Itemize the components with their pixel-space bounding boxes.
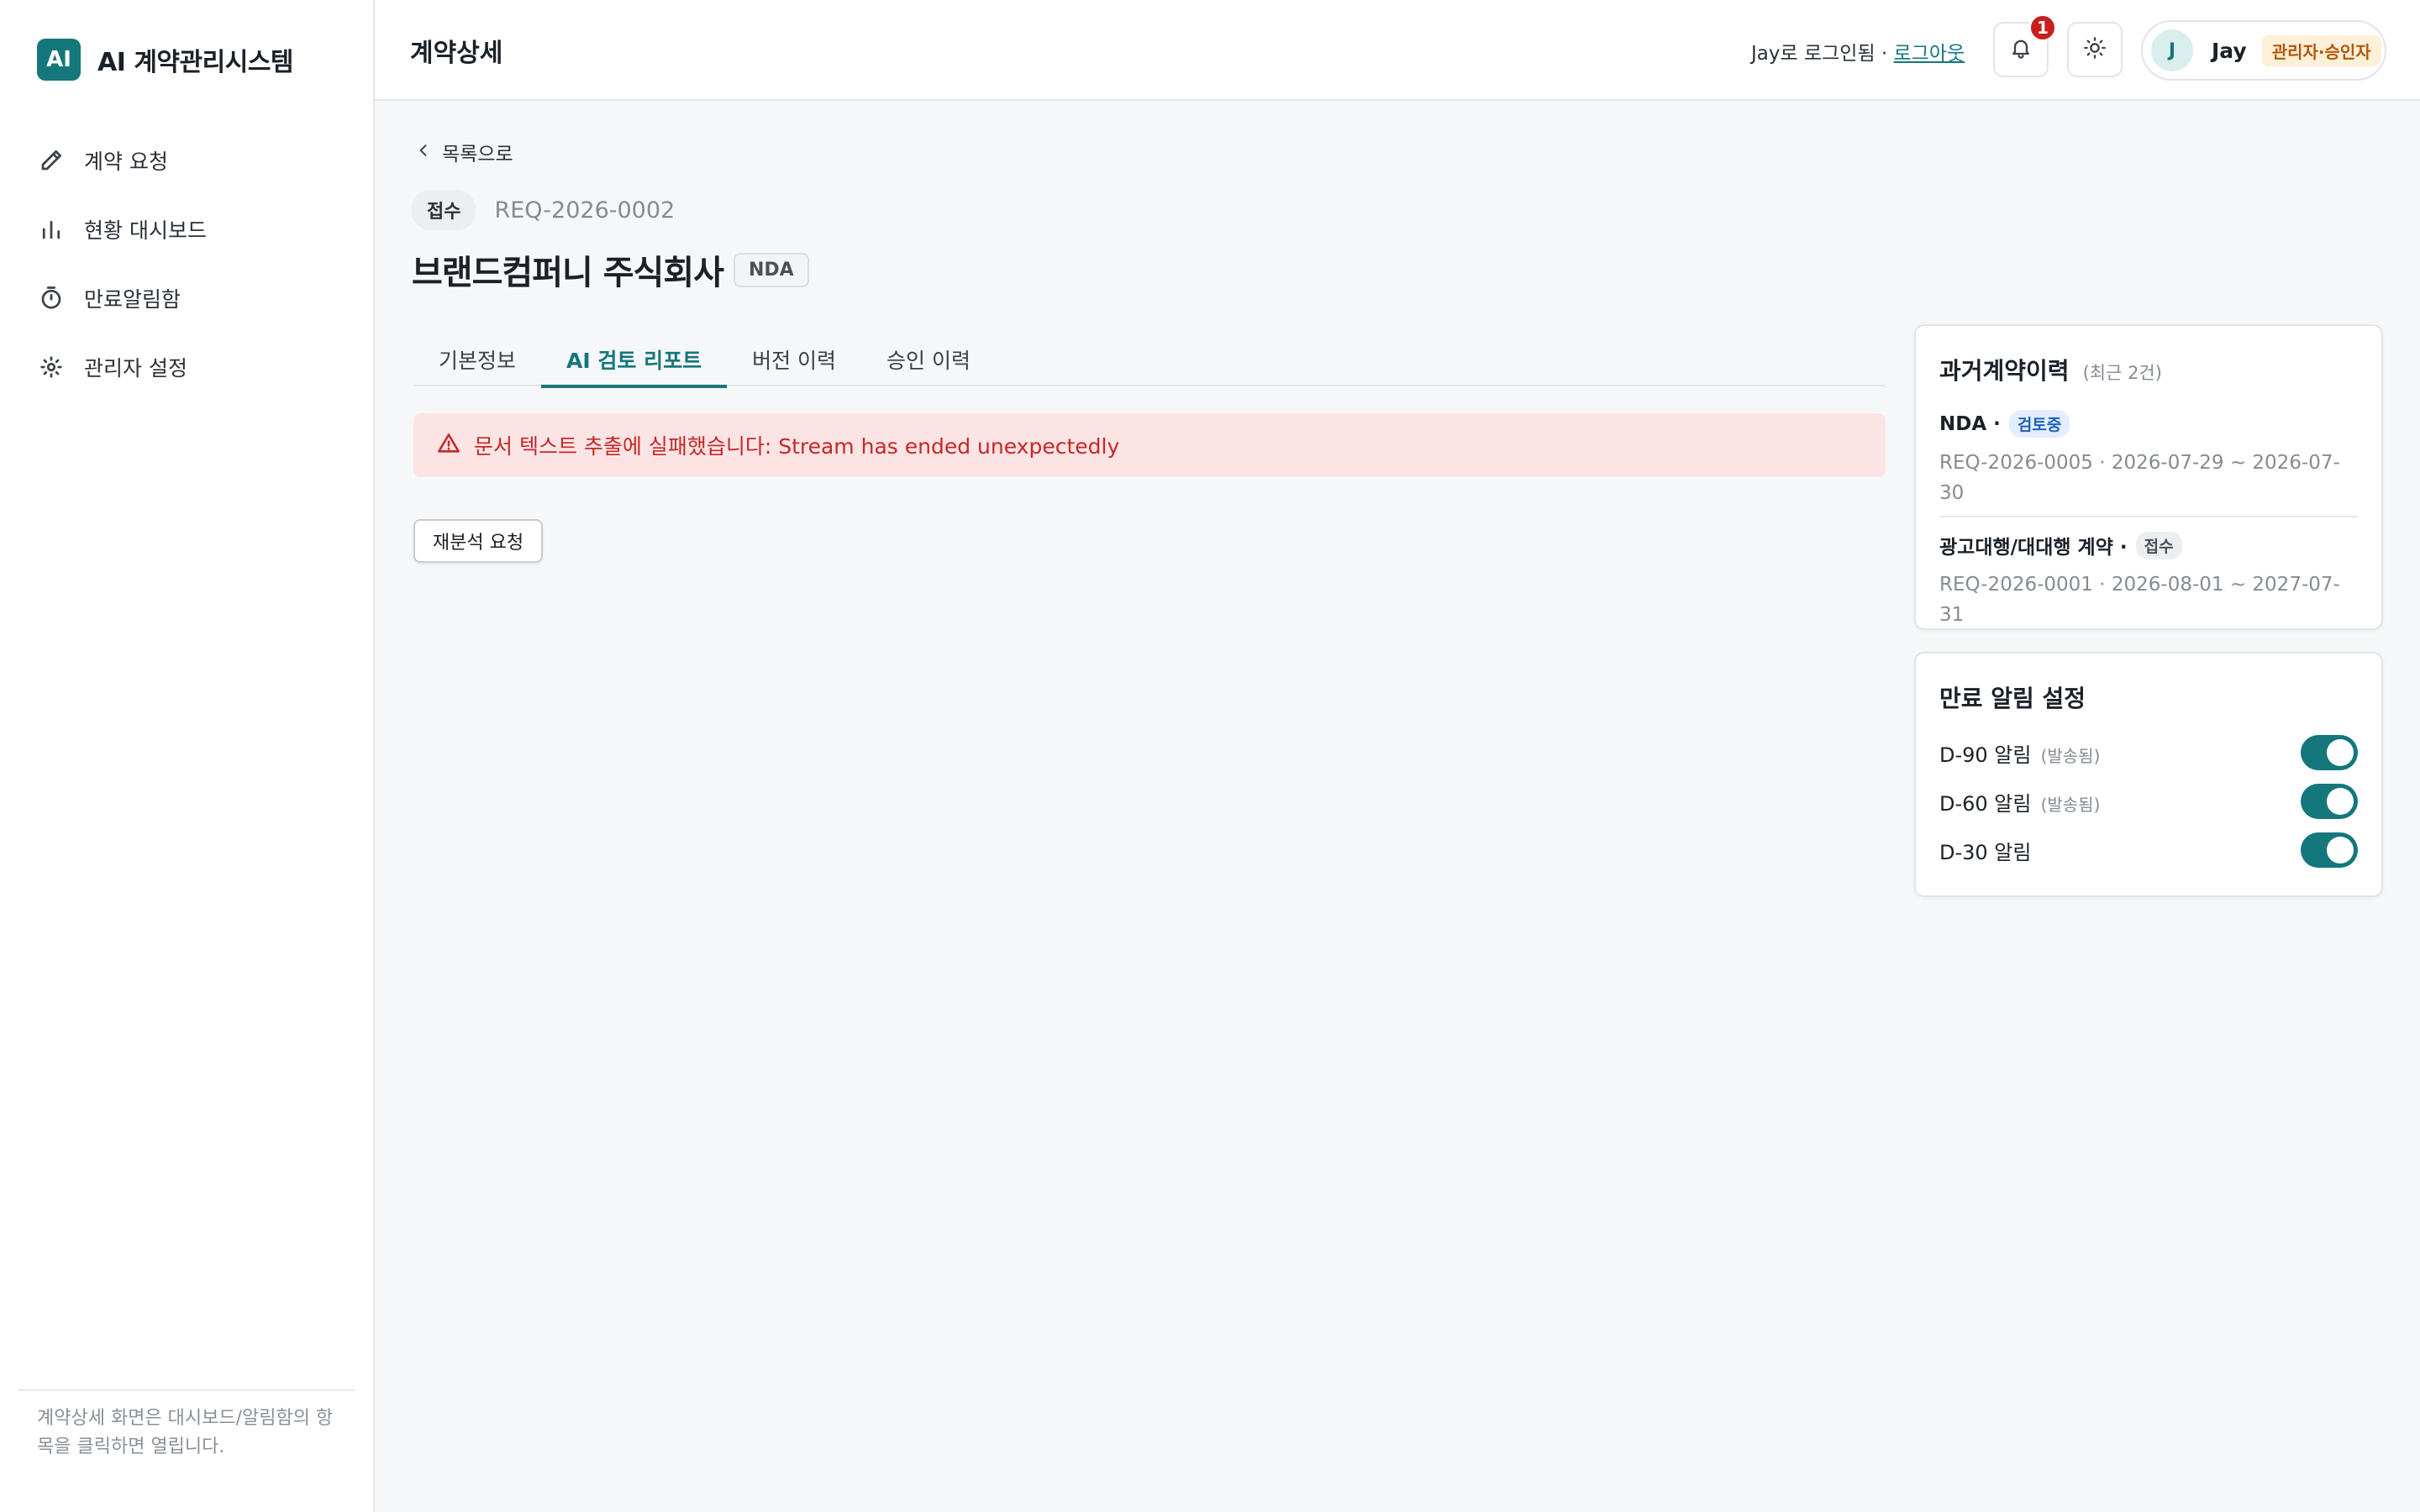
notifications-button[interactable]: 1 [1993,13,2057,77]
user-name: Jay [2212,38,2247,63]
contract-type-badge: NDA [733,252,809,287]
alert-label-wrap: D-90 알림 (발송됨) [1939,738,2100,768]
list-item-detail: REQ-2026-0001 · 2026-08-01 ~ 2027-07-31 [1939,574,2340,626]
pencil-icon [37,146,66,175]
sidebar-item-label: 현황 대시보드 [84,218,207,243]
page-title: 계약상세 [410,39,503,68]
back-to-list-link[interactable]: 목록으로 [415,138,513,166]
back-label: 목록으로 [442,144,513,165]
brand-title: AI 계약관리시스템 [97,48,294,77]
contract-title-row: 브랜드컴퍼니 주식회사 NDA [412,245,809,294]
alert-row-d90: D-90 알림 (발송됨) [1939,734,2358,771]
card-title: 만료 알림 설정 [1939,685,2086,712]
detail-tabs: 기본정보 AI 검토 리포트 버전 이력 승인 이력 [413,333,1886,388]
tab-approval-history[interactable]: 승인 이력 [861,333,996,386]
status-badge: 접수 [412,190,476,230]
card-header: 과거계약이력 (최근 2건) [1939,353,2162,386]
alert-sent-note: (발송됨) [2040,745,2101,766]
brand-logo: AI [37,39,81,81]
request-id: REQ-2026-0002 [494,197,676,223]
alert-sent-note: (발송됨) [2040,794,2101,815]
sidebar-item-expiry-inbox[interactable]: 만료알림함 [37,264,207,333]
sidebar-nav: 계약 요청 현황 대시보드 만료알림함 관리자 설정 [37,126,207,402]
alert-label: D-30 알림 [1939,840,2032,864]
header: 계약상세 Jay로 로그인됨 · 로그아웃 1 J Jay 관리자·승인자 [375,0,2420,101]
timer-icon [37,284,66,312]
sidebar-divider [18,1389,355,1391]
contract-title: 브랜드컴퍼니 주식회사 [412,254,724,292]
theme-toggle-button[interactable] [2067,22,2123,77]
divider [1939,516,2358,517]
card-subtitle: (최근 2건) [2082,363,2162,383]
alert-label-wrap: D-60 알림 (발송됨) [1939,787,2100,816]
list-item[interactable]: 광고대행/대대행 계약 · 접수 REQ-2026-0001 · 2026-08… [1939,531,2358,630]
status-badge: 검토중 [2008,410,2070,438]
tab-version-history[interactable]: 버전 이력 [727,333,861,386]
gear-icon [37,353,66,381]
card-title: 과거계약이력 [1939,357,2070,385]
error-banner: 문서 텍스트 추출에 실패했습니다: Stream has ended unex… [413,413,1886,477]
tab-basic-info[interactable]: 기본정보 [413,333,541,386]
list-item-title: NDA · 검토중 [1939,410,2358,438]
sidebar-item-label: 계약 요청 [84,150,168,174]
card-header: 만료 알림 설정 [1939,680,2086,714]
warning-icon [437,432,460,459]
sidebar-item-dashboard[interactable]: 현황 대시보드 [37,195,207,264]
status-badge: 접수 [2135,531,2182,559]
sidebar-item-admin-settings[interactable]: 관리자 설정 [37,333,207,402]
contract-meta: 접수 REQ-2026-0002 [412,190,675,230]
logout-link[interactable]: 로그아웃 [1894,43,1965,65]
alert-toggle-d30[interactable] [2301,832,2358,868]
login-status: Jay로 로그인됨 · 로그아웃 [1751,37,1965,66]
alert-row-d60: D-60 알림 (발송됨) [1939,783,2358,820]
contract-type: 광고대행/대대행 계약 · [1939,537,2128,559]
login-status-text: Jay로 로그인됨 · [1751,43,1894,65]
sidebar-item-contract-request[interactable]: 계약 요청 [37,126,207,195]
alert-toggle-d90[interactable] [2301,735,2358,770]
sidebar: AI AI 계약관리시스템 계약 요청 현황 대시보드 만료알림함 관리자 설정… [0,0,375,1512]
app-root: AI AI 계약관리시스템 계약 요청 현황 대시보드 만료알림함 관리자 설정… [0,0,2420,1512]
alert-label-wrap: D-30 알림 [1939,836,2031,865]
error-message: 문서 텍스트 추출에 실패했습니다: Stream has ended unex… [474,434,1120,459]
alert-toggle-d60[interactable] [2301,784,2358,819]
bell-icon [2009,36,2033,63]
alert-row-d30: D-30 알림 [1939,832,2358,869]
user-menu[interactable]: J Jay 관리자·승인자 [2141,20,2386,81]
notification-badge: 1 [2028,13,2057,42]
avatar: J [2151,29,2193,71]
sidebar-item-label: 만료알림함 [84,287,182,312]
list-item[interactable]: NDA · 검토중 REQ-2026-0005 · 2026-07-29 ~ 2… [1939,410,2358,508]
sidebar-footer-note: 계약상세 화면은 대시보드/알림함의 항목을 클릭하면 열립니다. [37,1408,334,1457]
list-item-detail: REQ-2026-0005 · 2026-07-29 ~ 2026-07-30 [1939,452,2340,504]
chevron-left-icon [415,142,432,162]
reanalyze-button[interactable]: 재분석 요청 [413,519,543,563]
sidebar-item-label: 관리자 설정 [84,356,187,381]
tab-ai-review-report[interactable]: AI 검토 리포트 [541,333,728,388]
contract-type: NDA · [1939,412,2001,435]
alert-label: D-90 알림 [1939,743,2032,767]
alert-label: D-60 알림 [1939,791,2032,816]
brand[interactable]: AI AI 계약관리시스템 [37,39,294,81]
bar-chart-icon [37,215,66,244]
sun-icon [2083,36,2107,63]
list-item-title: 광고대행/대대행 계약 · 접수 [1939,531,2358,559]
role-badge: 관리자·승인자 [2261,34,2381,66]
expiry-alerts-card: 만료 알림 설정 D-90 알림 (발송됨) D-60 알림 (발송됨) D-3… [1914,652,2383,897]
past-contracts-card: 과거계약이력 (최근 2건) NDA · 검토중 REQ-2026-0005 ·… [1914,324,2383,630]
